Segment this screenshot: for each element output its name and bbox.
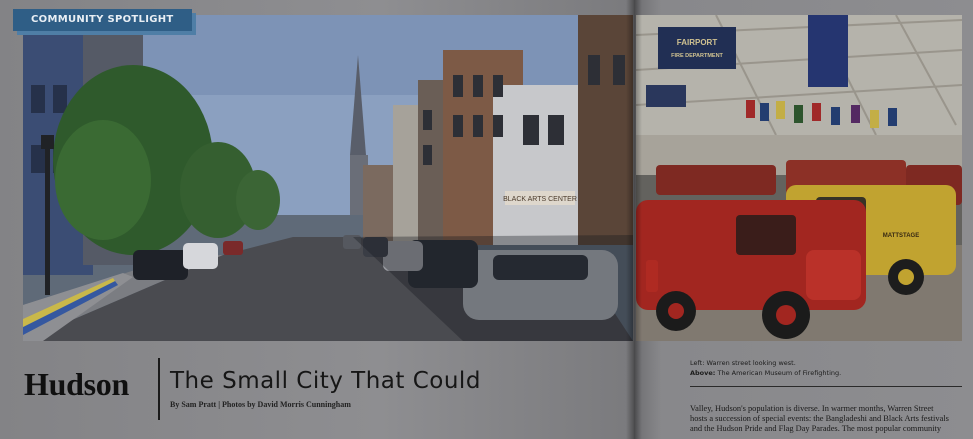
section-tag: COMMUNITY SPOTLIGHT [13,9,192,31]
article-title: Hudson [24,366,129,402]
body-line: and the Hudson Pride and Flag Day Parade… [690,424,942,434]
caption-above-label: Above: [690,368,716,377]
caption-divider [690,386,962,387]
body-line: Valley, Hudson's population is diverse. … [690,404,934,413]
article-body: Valley, Hudson's population is diverse. … [690,404,962,435]
street-photo: BLACK ARTS CENTER [23,15,633,341]
title-divider [158,358,160,420]
storefront-sign: BLACK ARTS CENTER [503,196,577,203]
magazine-spread: BLACK ARTS CENTER COMMUNITY SPOTLIGHT Hu… [0,0,973,439]
caption-left: Left: Warren street looking west. [690,359,960,369]
spine-gutter [626,0,642,439]
caption-above: Above: The American Museum of Firefighti… [690,369,960,379]
article-byline: By Sam Pratt | Photos by David Morris Cu… [170,400,351,409]
caption-left-text: Warren street looking west. [704,359,796,367]
body-line: hosts a succession of special events: th… [690,414,949,424]
museum-photo: FAIRPORT FIRE DEPARTMENT [636,15,962,341]
article-subtitle: The Small City That Could [170,368,481,394]
caption-above-text: The American Museum of Firefighting. [715,368,842,377]
caption-left-label: Left: [690,359,705,367]
photo-captions: Left: Warren street looking west. Above:… [690,359,960,378]
